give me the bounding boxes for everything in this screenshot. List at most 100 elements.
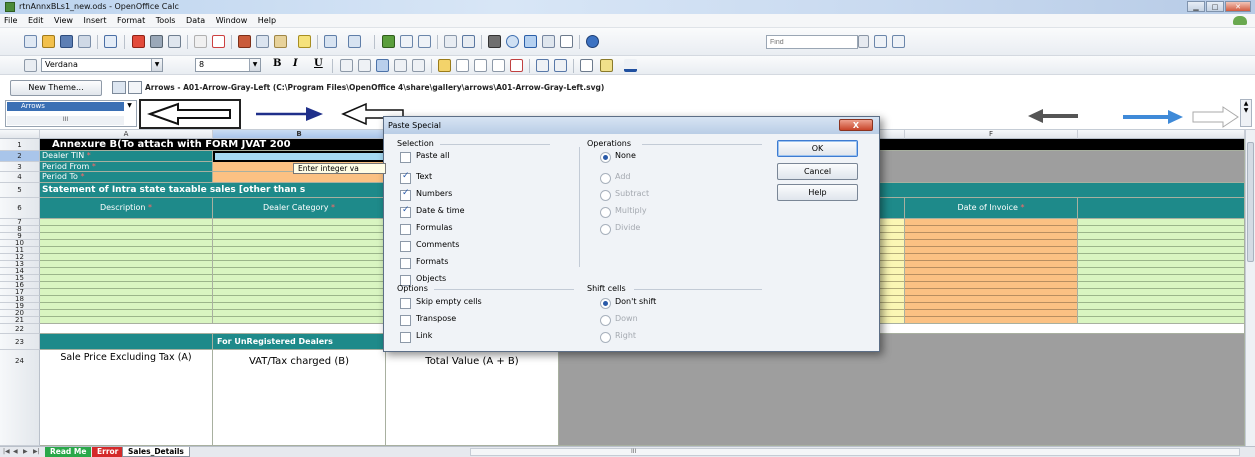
unregistered-blank-cell[interactable] xyxy=(40,334,213,350)
paste-all-checkbox[interactable]: Paste all xyxy=(400,151,449,163)
borders-icon[interactable] xyxy=(580,59,593,72)
menu-tools[interactable]: Tools xyxy=(152,14,180,25)
objects-checkbox[interactable]: Objects xyxy=(400,274,446,286)
last-sheet-icon[interactable]: ▶| xyxy=(33,448,41,456)
page-preview-icon[interactable] xyxy=(168,35,181,48)
column-header-a[interactable]: A xyxy=(40,130,213,139)
new-document-icon[interactable] xyxy=(24,35,37,48)
minimize-icon[interactable]: ▁ xyxy=(1187,1,1205,12)
select-all-corner[interactable] xyxy=(0,130,40,139)
horizontal-scrollbar[interactable]: III xyxy=(470,448,1240,456)
column-header-g[interactable] xyxy=(1078,130,1245,139)
operation-add-radio[interactable]: Add xyxy=(600,172,631,184)
add-decimal-icon[interactable] xyxy=(492,59,505,72)
data-column-b[interactable] xyxy=(213,219,386,324)
row-header[interactable]: 22 xyxy=(0,324,40,334)
find-input[interactable] xyxy=(766,35,858,49)
row-header[interactable]: 1 xyxy=(0,139,40,151)
tab-sales-details[interactable]: Sales_Details xyxy=(122,447,190,457)
row-header[interactable]: 23 xyxy=(0,334,40,350)
period-from-label[interactable]: Period From * xyxy=(40,162,213,172)
row-header[interactable]: 21 xyxy=(0,317,40,324)
zoom-icon[interactable] xyxy=(560,35,573,48)
operation-subtract-radio[interactable]: Subtract xyxy=(600,189,649,201)
decrease-indent-icon[interactable] xyxy=(536,59,549,72)
numbers-checkbox[interactable]: Numbers xyxy=(400,188,452,201)
export-pdf-icon[interactable] xyxy=(132,35,145,48)
autospellcheck-icon[interactable] xyxy=(212,35,225,48)
vertical-scrollbar[interactable] xyxy=(1245,130,1255,446)
row-header[interactable]: 2 xyxy=(0,151,40,162)
menu-window[interactable]: Window xyxy=(212,14,252,25)
hyperlink-icon[interactable] xyxy=(382,35,395,48)
header-cell[interactable] xyxy=(1078,198,1245,219)
font-name-combo[interactable]: Verdana ▼ xyxy=(41,58,163,72)
prev-sheet-icon[interactable]: ◀ xyxy=(13,448,21,456)
clone-formatting-icon[interactable] xyxy=(298,35,311,48)
total-value-header[interactable]: Total Value (A + B) xyxy=(386,350,559,446)
styles-formatting-icon[interactable] xyxy=(24,59,37,72)
menu-help[interactable]: Help xyxy=(254,14,280,25)
spellcheck-icon[interactable] xyxy=(194,35,207,48)
transpose-checkbox[interactable]: Transpose xyxy=(400,314,456,326)
data-column-f[interactable] xyxy=(905,219,1078,324)
merge-cells-icon[interactable] xyxy=(412,59,425,72)
font-color-icon[interactable] xyxy=(624,59,637,72)
help-icon[interactable] xyxy=(586,35,599,48)
column-header-b[interactable]: B xyxy=(213,130,386,139)
dealer-category-header[interactable]: Dealer Category * xyxy=(213,198,386,219)
draw-functions-icon[interactable] xyxy=(462,35,475,48)
data-sources-icon[interactable] xyxy=(542,35,555,48)
operation-divide-radio[interactable]: Divide xyxy=(600,223,640,235)
operation-none-radio[interactable]: None xyxy=(600,151,636,163)
row-header[interactable]: 4 xyxy=(0,172,40,183)
link-checkbox[interactable]: Link xyxy=(400,331,432,343)
delete-decimal-icon[interactable] xyxy=(510,59,523,72)
scrollbar-thumb[interactable] xyxy=(1247,142,1254,262)
undo-icon[interactable] xyxy=(324,35,337,48)
sort-descending-icon[interactable] xyxy=(418,35,431,48)
menu-view[interactable]: View xyxy=(50,14,77,25)
formulas-checkbox[interactable]: Formulas xyxy=(400,223,453,235)
gallery-icon[interactable] xyxy=(524,35,537,48)
menu-data[interactable]: Data xyxy=(182,14,209,25)
new-theme-button[interactable]: New Theme... xyxy=(10,80,102,96)
dealer-tin-input-cell[interactable] xyxy=(213,151,386,162)
dont-shift-radio[interactable]: Don't shift xyxy=(600,297,656,309)
row-header[interactable]: 6 xyxy=(0,198,40,219)
text-checkbox[interactable]: Text xyxy=(400,171,432,184)
bold-button[interactable]: B xyxy=(273,58,281,69)
column-header-f[interactable]: F xyxy=(905,130,1078,139)
shift-right-radio[interactable]: Right xyxy=(600,331,636,343)
menu-edit[interactable]: Edit xyxy=(24,14,48,25)
operation-multiply-radio[interactable]: Multiply xyxy=(600,206,647,218)
maximize-icon[interactable]: □ xyxy=(1206,1,1224,12)
background-color-icon[interactable] xyxy=(600,59,613,72)
period-to-label[interactable]: Period To * xyxy=(40,172,213,183)
theme-item-arrows[interactable]: Arrows xyxy=(7,102,124,111)
open-folder-icon[interactable] xyxy=(42,35,55,48)
close-icon[interactable]: X xyxy=(839,119,873,131)
align-center-icon[interactable] xyxy=(358,59,371,72)
sale-price-header[interactable]: Sale Price Excluding Tax (A) xyxy=(40,350,213,446)
date-time-checkbox[interactable]: Date & time xyxy=(400,205,465,218)
font-size-combo[interactable]: 8 ▼ xyxy=(195,58,261,72)
email-icon[interactable] xyxy=(78,35,91,48)
close-icon[interactable]: ✕ xyxy=(1225,1,1251,12)
menu-file[interactable]: File xyxy=(0,14,21,25)
ok-button[interactable]: OK xyxy=(777,140,858,157)
chevron-down-icon[interactable]: ▼ xyxy=(151,59,162,71)
standard-format-icon[interactable] xyxy=(474,59,487,72)
copy-icon[interactable] xyxy=(256,35,269,48)
row-header[interactable]: 24 xyxy=(0,350,40,446)
menu-format[interactable]: Format xyxy=(113,14,149,25)
print-icon[interactable] xyxy=(150,35,163,48)
find-previous-icon[interactable] xyxy=(892,35,905,48)
next-sheet-icon[interactable]: ▶ xyxy=(23,448,31,456)
edit-file-icon[interactable] xyxy=(104,35,117,48)
icon-view-icon[interactable] xyxy=(112,81,126,94)
increase-indent-icon[interactable] xyxy=(554,59,567,72)
redo-icon[interactable] xyxy=(348,35,361,48)
find-dropdown-icon[interactable] xyxy=(858,35,869,48)
cancel-button[interactable]: Cancel xyxy=(777,163,858,180)
